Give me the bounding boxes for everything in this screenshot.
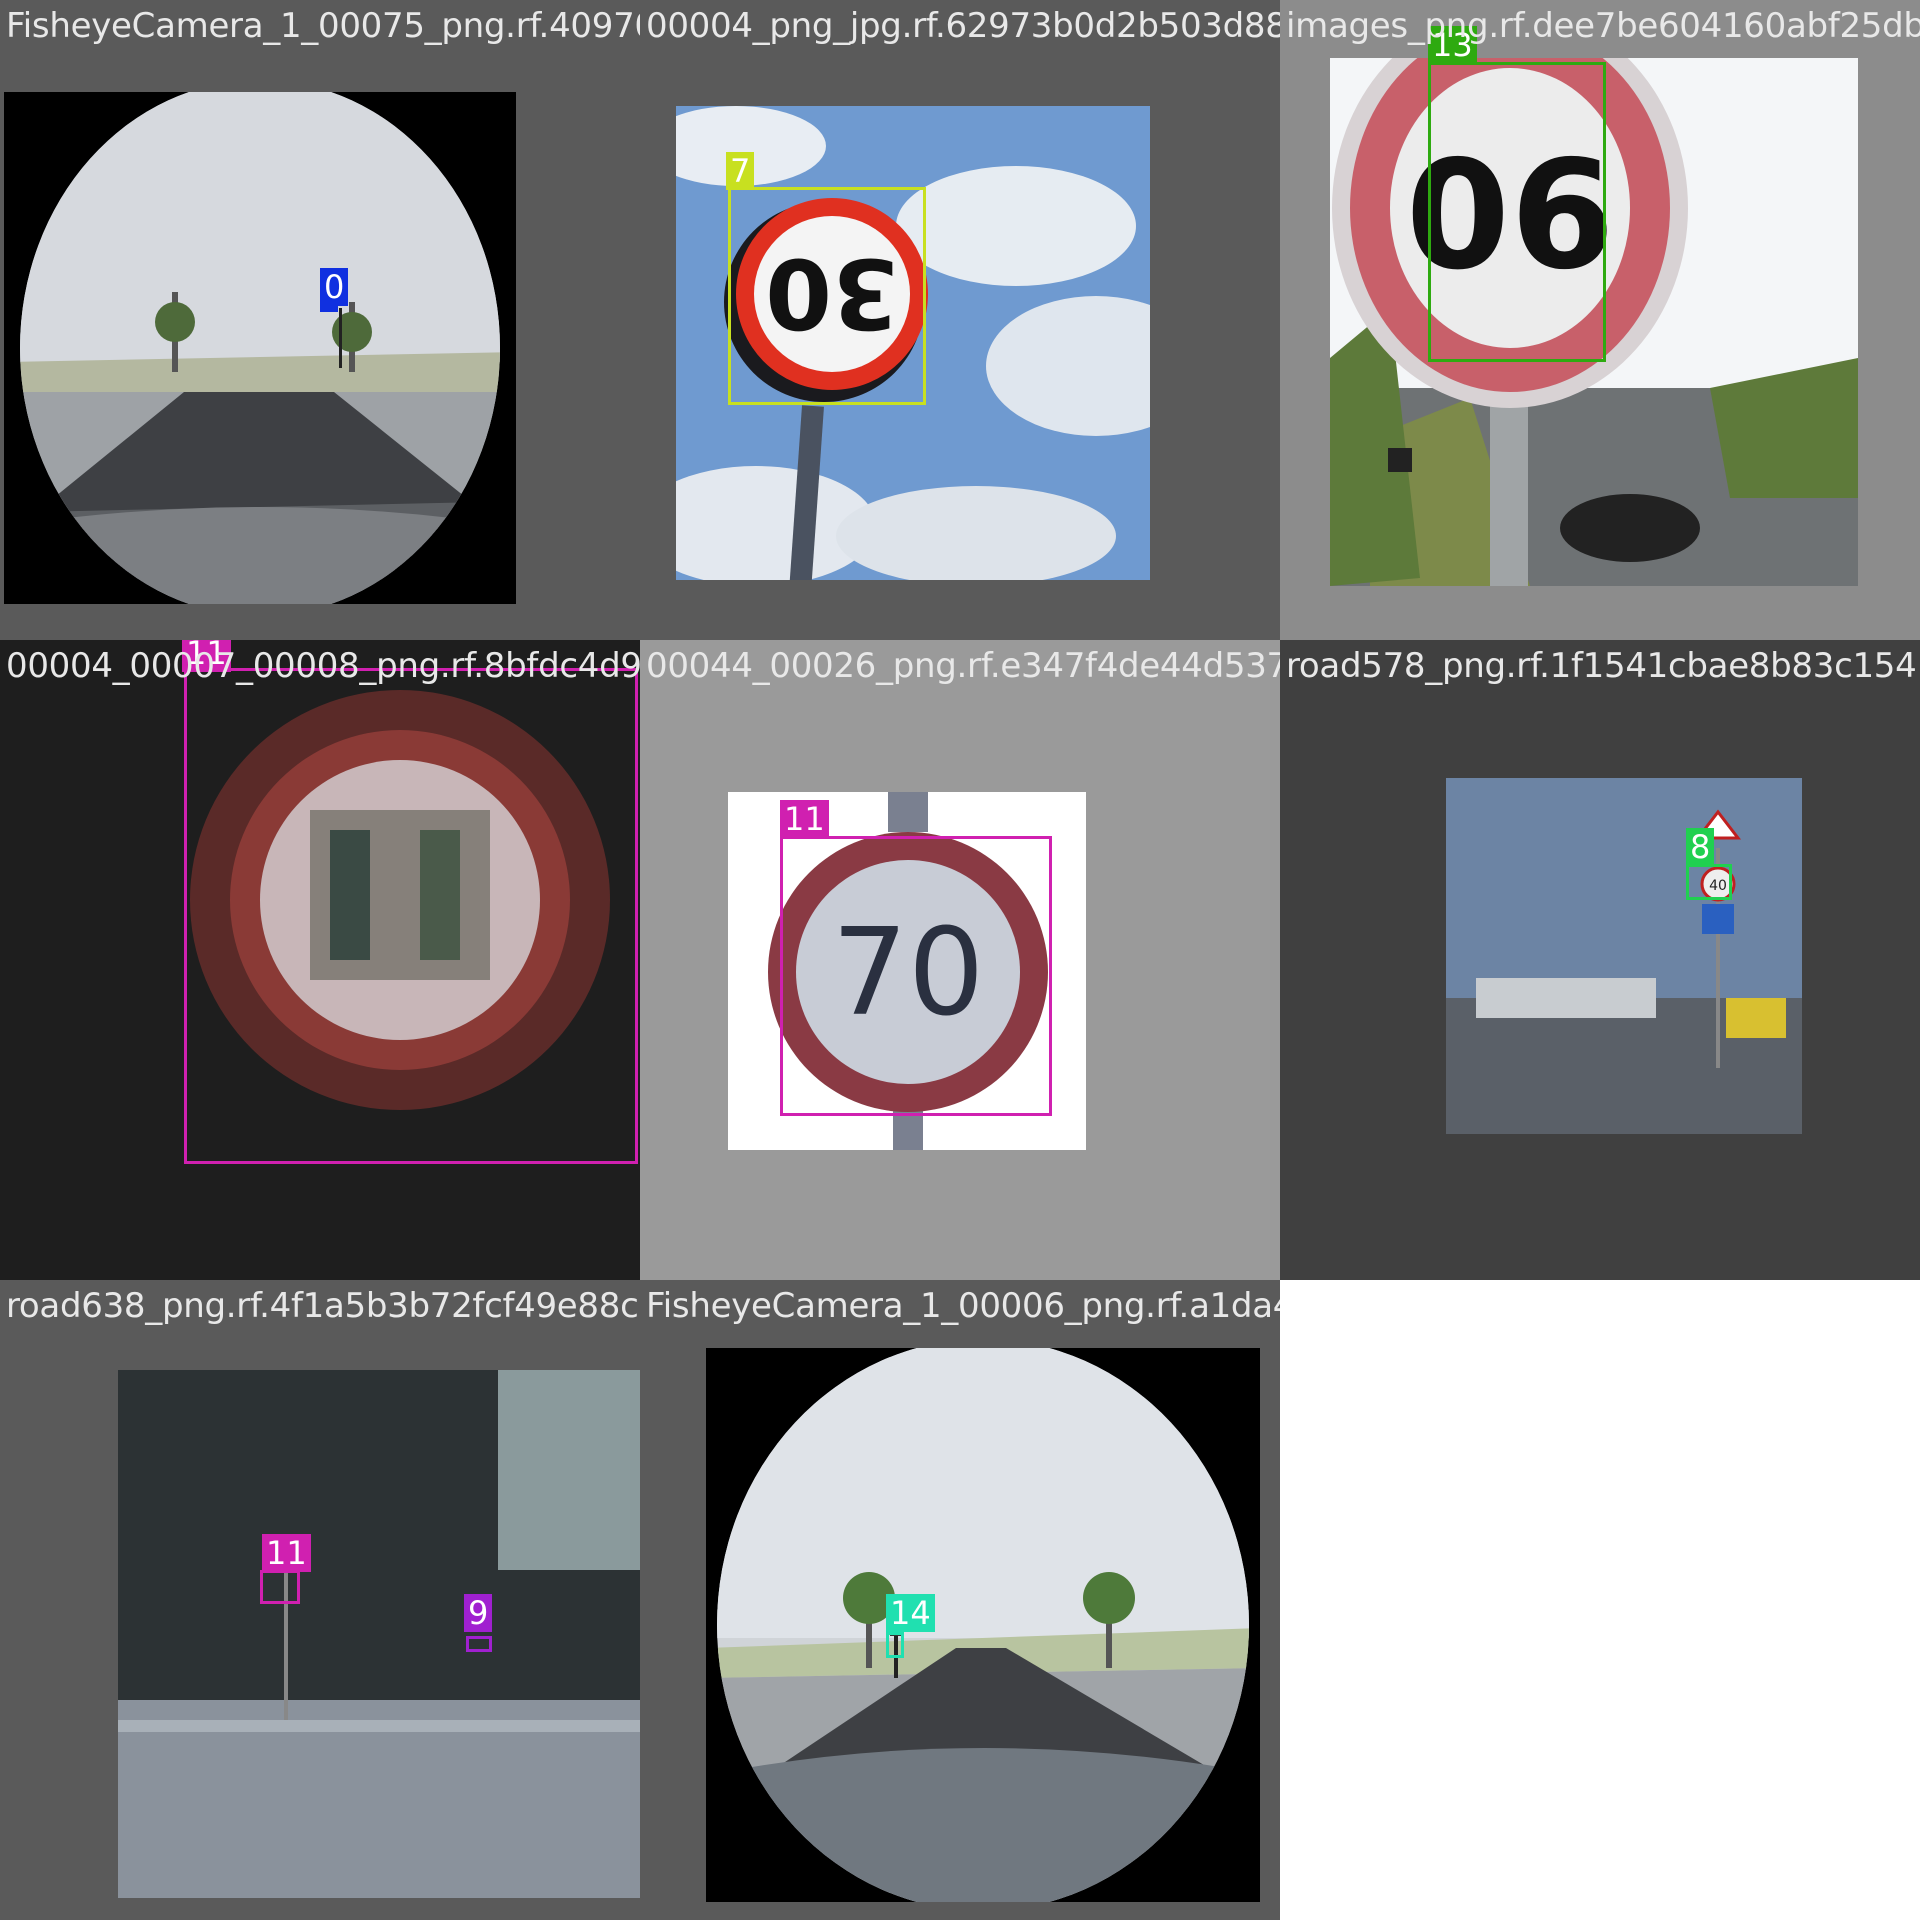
image-filename: images_png.rf.dee7be604160abf25db xyxy=(1286,6,1920,46)
mosaic-tile-5: 70 11 00044_00026_png.rf.e347f4de44d5378 xyxy=(640,640,1280,1280)
image-filename: 00004_00007_00008_png.rf.8bfdc4d9d9754e8 xyxy=(6,646,640,686)
bounding-box xyxy=(320,306,338,312)
bounding-box xyxy=(1686,864,1732,900)
image-filename: FisheyeCamera_1_00075_png.rf.40970684f24 xyxy=(6,6,640,46)
fisheye-photo xyxy=(706,1348,1260,1902)
class-label: 11 xyxy=(262,1534,311,1572)
bounding-box xyxy=(184,668,638,1164)
image-filename: road578_png.rf.1f1541cbae8b83c154 xyxy=(1286,646,1917,686)
mosaic-tile-1: 0 FisheyeCamera_1_00075_png.rf.40970684f… xyxy=(0,0,640,640)
image-filename: 00004_png_jpg.rf.62973b0d2b503d8880869 xyxy=(646,6,1280,46)
bounding-box xyxy=(466,1636,492,1652)
class-label: 0 xyxy=(320,268,349,306)
empty-tile xyxy=(1280,1280,1920,1920)
mosaic-tile-4: 11 00004_00007_00008_png.rf.8bfdc4d9d975… xyxy=(0,640,640,1280)
bounding-box xyxy=(728,187,926,405)
bounding-box xyxy=(780,836,1052,1116)
bounding-box xyxy=(886,1632,904,1658)
mosaic-tile-2: 30 7 00004_png_jpg.rf.62973b0d2b503d8880… xyxy=(640,0,1280,640)
image-filename: 00044_00026_png.rf.e347f4de44d5378 xyxy=(646,646,1280,686)
forest-road-photo: 70 xyxy=(118,1370,640,1898)
image-filename: FisheyeCamera_1_00006_png.rf.a1da4e7a33d xyxy=(646,1286,1280,1326)
class-label: 14 xyxy=(886,1594,935,1632)
bounding-box xyxy=(1428,62,1606,362)
class-label: 9 xyxy=(464,1594,493,1632)
class-label: 8 xyxy=(1686,828,1715,866)
mosaic-tile-7: 70 11 9 road638_png.rf.4f1a5b3b72fcf49e8… xyxy=(0,1280,640,1920)
fisheye-photo xyxy=(4,92,516,604)
image-filename: road638_png.rf.4f1a5b3b72fcf49e88ca28b23 xyxy=(6,1286,640,1326)
bounding-box xyxy=(260,1570,300,1604)
class-label: 11 xyxy=(780,800,829,838)
road-photo: 40 xyxy=(1446,778,1802,1134)
mosaic-tile-6: 40 8 road578_png.rf.1f1541cbae8b83c154 xyxy=(1280,640,1920,1280)
class-label: 7 xyxy=(726,152,755,190)
mosaic-tile-3: 90 13 images_png.rf.dee7be604160abf25db xyxy=(1280,0,1920,640)
mosaic-tile-8: 14 FisheyeCamera_1_00006_png.rf.a1da4e7a… xyxy=(640,1280,1280,1920)
